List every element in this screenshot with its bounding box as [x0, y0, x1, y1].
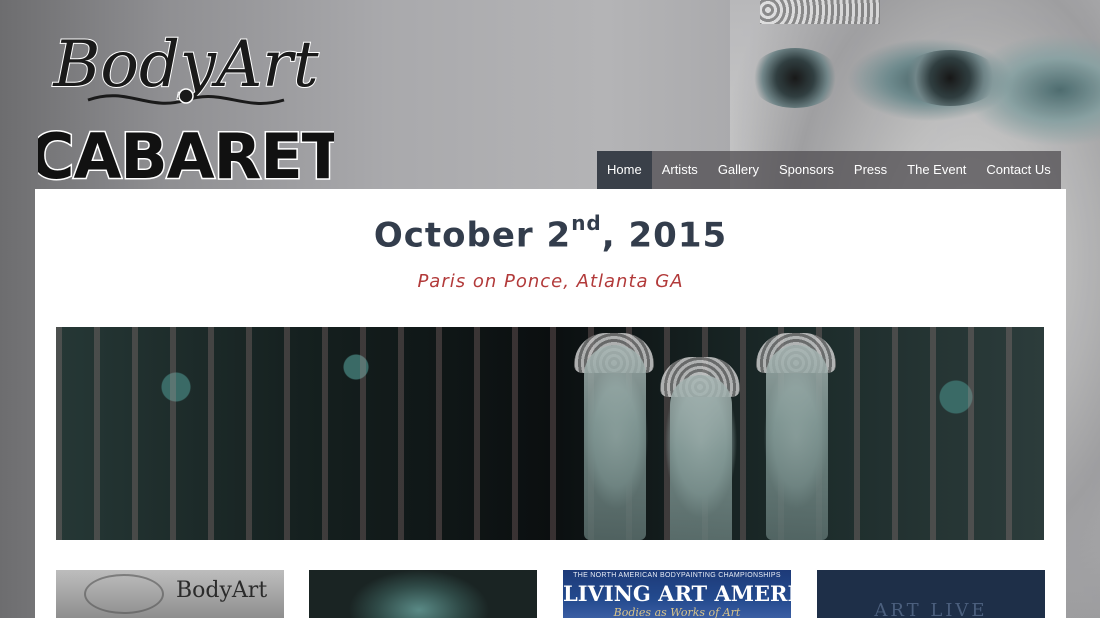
- thumb-art-live-text: ART LIVE: [874, 600, 988, 618]
- event-date-main: October 2: [373, 215, 572, 256]
- thumb-living-art-america[interactable]: THE NORTH AMERICAN BODYPAINTING CHAMPION…: [563, 570, 791, 618]
- nav-press[interactable]: Press: [844, 151, 897, 189]
- site-logo[interactable]: BodyArt CABARET: [27, 8, 346, 195]
- logo-line2: CABARET: [38, 120, 334, 186]
- thumb-living-art-title: LIVING ART AMERICA: [563, 581, 791, 606]
- nav-the-event[interactable]: The Event: [897, 151, 976, 189]
- nav-sponsors[interactable]: Sponsors: [769, 151, 844, 189]
- thumb-feather-art[interactable]: [309, 570, 537, 618]
- thumb-bodyart-text: BodyArt: [176, 578, 268, 603]
- hero-banner-image: [56, 327, 1044, 540]
- logo-ornament: [178, 88, 194, 104]
- nav-gallery[interactable]: Gallery: [708, 151, 769, 189]
- thumb-art-live[interactable]: ART LIVE: [817, 570, 1045, 618]
- banner-figure-right: [766, 345, 828, 540]
- thumb-living-art-tagline: Bodies as Works of Art: [613, 606, 741, 618]
- nav-contact-us[interactable]: Contact Us: [976, 151, 1060, 189]
- banner-figure-left: [584, 345, 646, 540]
- logo-graphic: BodyArt CABARET: [27, 27, 346, 195]
- event-date-year: , 2015: [601, 215, 728, 256]
- event-date-suffix: nd: [571, 211, 602, 235]
- nav-artists[interactable]: Artists: [652, 151, 708, 189]
- jewel-decoration: [760, 0, 880, 24]
- thumb-championship-label: THE NORTH AMERICAN BODYPAINTING CHAMPION…: [573, 572, 781, 579]
- main-nav: Home Artists Gallery Sponsors Press The …: [597, 151, 1061, 189]
- thumb-ornament: [84, 574, 164, 614]
- event-location: Paris on Ponce, Atlanta GA: [417, 271, 684, 292]
- eye-left: [750, 48, 840, 108]
- content-panel: October 2nd, 2015 Paris on Ponce, Atlant…: [35, 189, 1066, 618]
- banner-figure-center: [670, 375, 732, 540]
- eye-right: [900, 50, 1000, 106]
- feature-thumbnails: BodyArt THE NORTH AMERICAN BODYPAINTING …: [56, 570, 1045, 618]
- event-date: October 2nd, 2015: [35, 211, 1066, 256]
- nav-home[interactable]: Home: [597, 151, 652, 189]
- thumb-bodyart[interactable]: BodyArt: [56, 570, 284, 618]
